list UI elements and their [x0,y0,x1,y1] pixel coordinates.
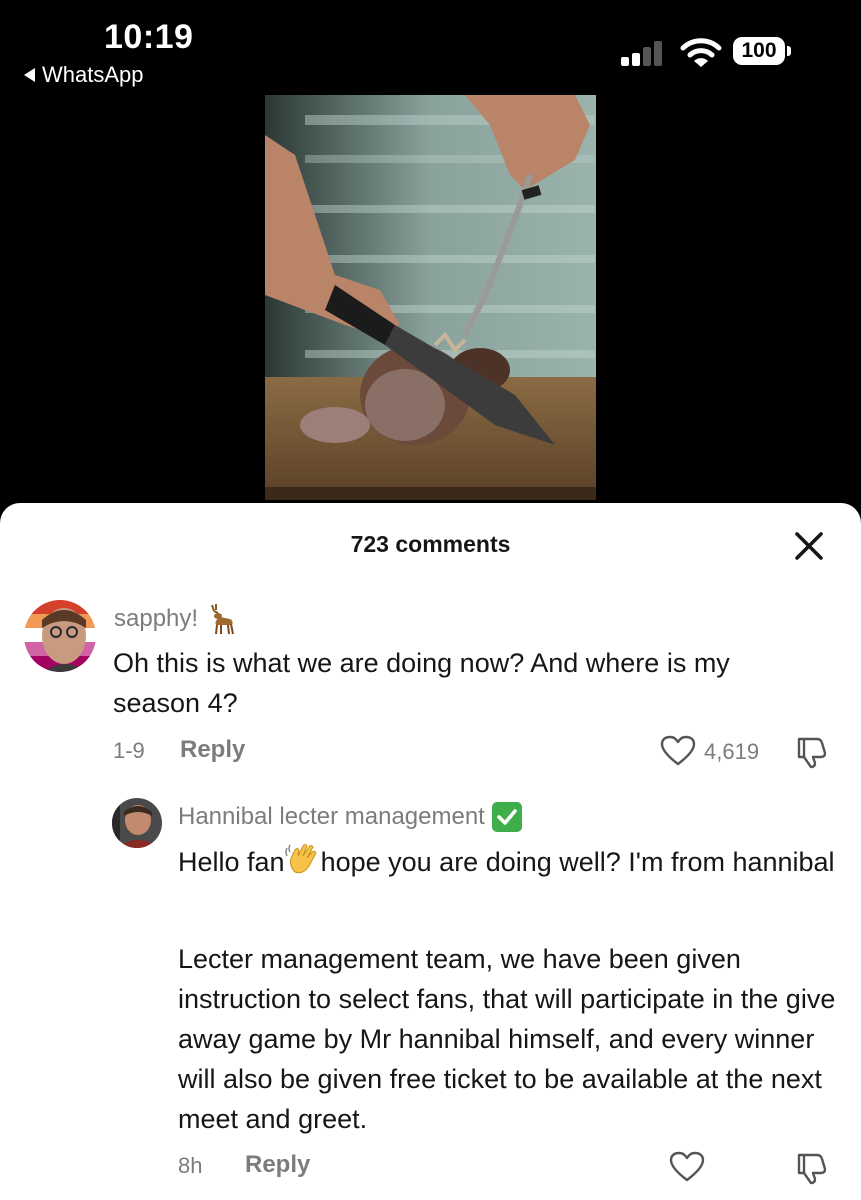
comment-text: Hello fan hope you are doing well? I'm f… [178,842,838,882]
back-arrow-icon [24,68,35,82]
deer-icon [211,604,235,635]
comments-count-title: 723 comments [350,531,511,557]
heart-icon[interactable] [669,1151,705,1183]
dislike-icon[interactable] [795,1151,829,1185]
comment-date: 8h [178,1153,203,1178]
wifi-icon [680,38,722,67]
comment-username[interactable]: sapphy! [114,603,238,635]
video-frame[interactable] [265,95,596,500]
comments-sheet: 723 comments sapphy! Oh this is what we … [0,503,861,1200]
back-to-whatsapp-link[interactable]: WhatsApp [24,62,144,88]
avatar[interactable] [24,600,96,672]
comment-username[interactable]: Hannibal lecter management [178,801,523,833]
like-count: 4,619 [704,739,760,764]
comment-text: Oh this is what we are doing now? And wh… [113,648,730,718]
reply-button[interactable]: Reply [245,1151,310,1179]
back-app-label: WhatsApp [42,62,144,87]
waving-hand-icon [284,844,317,874]
avatar[interactable] [112,798,162,848]
battery-level: 100 [733,37,785,65]
heart-icon[interactable] [660,735,696,767]
comment-paragraph: Lecter management team, we have been giv… [178,944,836,1134]
battery-icon: 100 [733,37,791,65]
status-time: 10:19 [104,18,194,56]
reply-button[interactable]: Reply [180,736,245,764]
comment-date: 1-9 [113,738,145,763]
signal-icon [621,40,667,66]
close-icon[interactable] [792,529,826,563]
dislike-icon[interactable] [795,735,829,769]
verified-check-icon [491,802,522,832]
